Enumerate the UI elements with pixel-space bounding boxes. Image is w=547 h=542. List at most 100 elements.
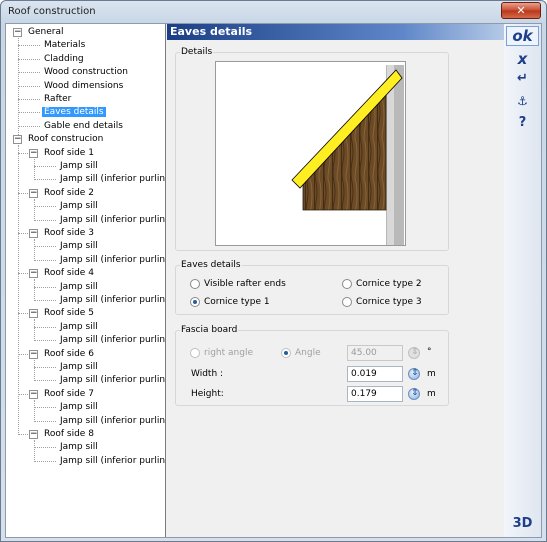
tree-item-jamp-sill-inferior-purlin-label: Jamp sill (inferior purlin) <box>60 415 166 426</box>
tree-item-wood-construction-label: Wood construction <box>44 67 128 78</box>
radio-dot[interactable] <box>342 297 352 307</box>
tree-connector <box>18 85 40 87</box>
roof-side-5-expand-toggle[interactable]: − <box>29 309 38 319</box>
tree-item-jamp-sill-inferior-purlin-label: Jamp sill (inferior purlin) <box>60 254 166 265</box>
angle-spin-button[interactable] <box>408 347 420 359</box>
tree-item-jamp-sill-inferior-purlin[interactable]: Jamp sill (inferior purlin) <box>58 173 165 186</box>
height-label: Height: <box>191 389 224 399</box>
tree-connector <box>18 125 40 127</box>
tree-item-roof-side-2[interactable]: Roof side 2 <box>42 187 96 200</box>
cancel-button[interactable]: x <box>506 49 539 69</box>
roof-side-4-expand-toggle[interactable]: − <box>29 269 38 279</box>
width-label: Width : <box>191 369 224 379</box>
general-expand-toggle[interactable]: − <box>13 28 22 37</box>
tree-item-jamp-sill[interactable]: Jamp sill <box>58 321 100 334</box>
details-group: Details <box>175 47 449 251</box>
client-area: General − Materials Cladding Wood constructi… <box>5 23 542 538</box>
tree-connector <box>34 440 35 462</box>
width-field[interactable]: 0.019 <box>347 366 403 382</box>
width-spin-button[interactable] <box>408 368 420 380</box>
tree-item-general[interactable]: General <box>26 26 65 39</box>
radio-dot[interactable] <box>342 279 352 289</box>
tree-item-jamp-sill-inferior-purlin[interactable]: Jamp sill (inferior purlin) <box>58 294 166 307</box>
tree-item-jamp-sill[interactable]: Jamp sill <box>58 441 100 454</box>
tree-item-eaves-details[interactable]: Eaves details <box>42 106 106 119</box>
eaves-preview-image <box>215 61 406 246</box>
tree-connector <box>34 279 35 301</box>
tree-connector <box>18 99 40 100</box>
title-bar[interactable]: Roof construction ✕ <box>1 1 546 23</box>
tree-item-jamp-sill-inferior-purlin[interactable]: Jamp sill (inferior purlin) <box>58 415 166 428</box>
tree-connector <box>18 313 28 315</box>
radio-dot-selected[interactable] <box>190 297 200 307</box>
tree-item-gable-end-details[interactable]: Gable end details <box>42 120 125 133</box>
tree-item-roof-side-8-label: Roof side 8 <box>44 429 94 439</box>
tree-item-roof-side-5-label: Roof side 5 <box>44 308 94 319</box>
tree-item-roof-side-1[interactable]: Roof side 1 <box>42 147 96 160</box>
navigation-tree[interactable]: General − Materials Cladding Wood constructi… <box>6 24 166 537</box>
roof-side-2-expand-toggle[interactable]: − <box>29 188 38 198</box>
tree-item-materials[interactable]: Materials <box>42 39 87 52</box>
tree-connector <box>34 407 56 409</box>
radio-dot-selected[interactable] <box>281 348 291 358</box>
tree-item-jamp-sill[interactable]: Jamp sill <box>58 361 100 374</box>
tree-item-jamp-sill[interactable]: Jamp sill <box>58 240 100 253</box>
tree-item-roof-side-6[interactable]: Roof side 6 <box>42 348 96 361</box>
roof-side-3-expand-toggle[interactable]: − <box>29 229 38 238</box>
tree-item-cladding[interactable]: Cladding <box>42 53 86 66</box>
anchor-button[interactable]: ⚓ <box>506 91 539 111</box>
fascia-board-group-title: Fascia board <box>180 325 239 335</box>
height-spin-button[interactable] <box>408 388 420 400</box>
tree-item-roof-side-5[interactable]: Roof side 5 <box>42 307 96 320</box>
tree-connector <box>34 380 56 382</box>
tree-item-jamp-sill-label: Jamp sill <box>60 321 98 332</box>
tree-connector <box>18 38 19 136</box>
roof-construction-expand-toggle[interactable]: − <box>13 135 22 145</box>
tree-connector <box>18 353 28 355</box>
roof-side-6-expand-toggle[interactable]: − <box>29 349 38 359</box>
tree-connector <box>18 112 40 114</box>
radio-dot[interactable] <box>190 279 200 289</box>
tree-item-jamp-sill[interactable]: Jamp sill <box>58 281 100 294</box>
tree-item-jamp-sill-inferior-purlin[interactable]: Jamp sill (inferior purlin) <box>58 254 166 267</box>
tree-connector <box>34 246 56 248</box>
roof-side-8-expand-toggle[interactable]: − <box>29 430 38 439</box>
tree-item-roof-side-7[interactable]: Roof side 7 <box>42 388 96 401</box>
tree-item-jamp-sill-inferior-purlin[interactable]: Jamp sill (inferior purlin) <box>58 374 166 387</box>
tree-connector <box>34 219 56 221</box>
tree-item-jamp-sill-inferior-purlin-label: Jamp sill (inferior purlin) <box>60 295 166 305</box>
tree-item-roof-side-8[interactable]: Roof side 8 <box>42 428 96 441</box>
height-field[interactable]: 0.179 <box>347 386 403 402</box>
tree-item-jamp-sill[interactable]: Jamp sill <box>58 160 100 173</box>
side-toolbar: ok x ↵ ⚓ ? 3D <box>504 24 541 537</box>
help-button[interactable]: ? <box>506 113 539 133</box>
tree-item-jamp-sill[interactable]: Jamp sill <box>58 200 100 213</box>
tree-item-roof-side-3[interactable]: Roof side 3 <box>42 227 96 240</box>
tree-item-rafter-label: Rafter <box>44 94 72 104</box>
tree-item-roof-side-4[interactable]: Roof side 4 <box>42 267 96 280</box>
roof-side-7-expand-toggle[interactable]: − <box>29 389 38 399</box>
tree-item-roof-side-6-label: Roof side 6 <box>44 348 94 359</box>
tree-item-jamp-sill-inferior-purlin[interactable]: Jamp sill (inferior purlin) <box>58 455 166 468</box>
tree-item-wood-dimensions[interactable]: Wood dimensions <box>42 80 125 93</box>
tree-item-jamp-sill[interactable]: Jamp sill <box>58 401 100 414</box>
tree-item-jamp-sill-inferior-purlin-label: Jamp sill (inferior purlin) <box>60 375 166 386</box>
close-button[interactable]: ✕ <box>501 2 541 19</box>
enter-button[interactable]: ↵ <box>506 69 539 89</box>
tree-item-roof-construction[interactable]: Roof construcion <box>26 133 105 146</box>
angle-field[interactable]: 45.00 <box>347 345 403 361</box>
tree-item-jamp-sill-label: Jamp sill <box>60 241 98 252</box>
eaves-drawing <box>291 65 404 245</box>
tree-item-gable-end-details-label: Gable end details <box>44 120 123 131</box>
ok-button[interactable]: ok <box>506 26 539 46</box>
tree-item-jamp-sill-inferior-purlin-label: Jamp sill (inferior purlin) <box>60 455 166 466</box>
radio-dot[interactable] <box>190 348 200 358</box>
tree-item-general-label: General <box>28 27 64 37</box>
roof-side-1-expand-toggle[interactable]: − <box>29 148 38 158</box>
tree-item-jamp-sill-inferior-purlin[interactable]: Jamp sill (inferior purlin) <box>58 334 165 347</box>
tree-item-rafter[interactable]: Rafter <box>42 93 73 106</box>
tree-item-wood-construction[interactable]: Wood construction <box>42 66 130 79</box>
tree-item-jamp-sill-inferior-purlin[interactable]: Jamp sill (inferior purlin) <box>58 214 165 227</box>
tree-item-jamp-sill-label: Jamp sill <box>60 161 98 171</box>
3d-view-button[interactable]: 3D <box>506 514 539 534</box>
